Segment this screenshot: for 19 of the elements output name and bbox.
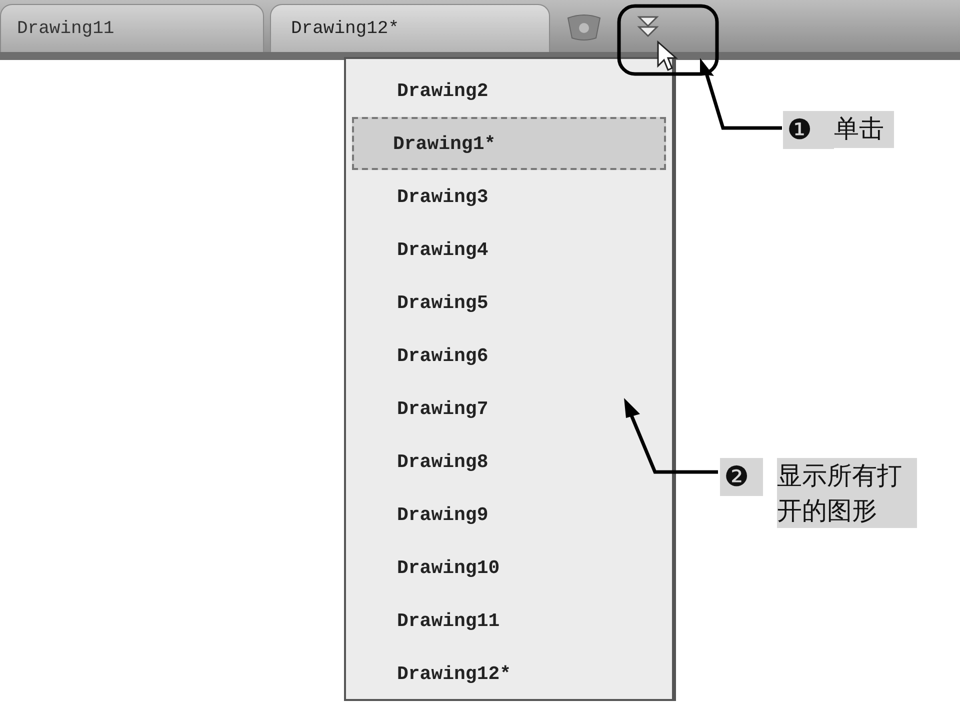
callout-text: 单击 [834,111,894,148]
menu-item[interactable]: Drawing10 [352,541,666,594]
menu-item[interactable]: Drawing2 [352,64,666,117]
menu-item[interactable]: Drawing9 [352,488,666,541]
step-number: ❶ [783,111,834,149]
tab[interactable]: Drawing12* [270,4,550,52]
callout-text: 显示所有打开的图形 [777,458,918,528]
tab[interactable]: Drawing11 [0,4,264,52]
menu-item[interactable]: Drawing12* [352,647,666,700]
menu-item[interactable]: Drawing6 [352,329,666,382]
menu-item[interactable]: Drawing7 [352,382,666,435]
menu-item[interactable]: Drawing5 [352,276,666,329]
menu-item[interactable]: Drawing4 [352,223,666,276]
menu-item[interactable]: Drawing3 [352,170,666,223]
step-number: ❷ [720,458,764,496]
menu-item[interactable]: Drawing1* [352,117,666,170]
menu-item[interactable]: Drawing8 [352,435,666,488]
mouse-pointer-icon [656,40,678,72]
menu-item[interactable]: Drawing11 [352,594,666,647]
